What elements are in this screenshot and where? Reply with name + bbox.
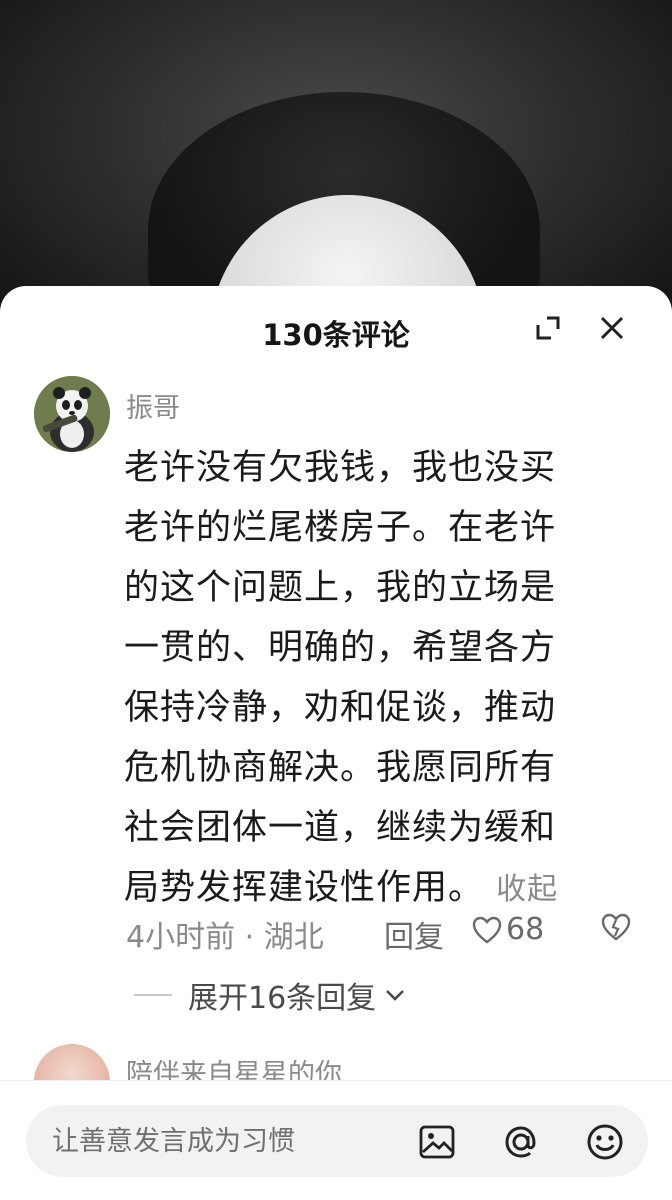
sheet-header: 130条评论 xyxy=(0,286,672,374)
dislike-button[interactable] xyxy=(600,912,632,950)
comments-sheet: 130条评论 振哥 老许没有欠我钱，我也没买 老许的烂尾楼房子。在老许 的这个问… xyxy=(0,286,672,1200)
expand-icon xyxy=(536,316,560,340)
video-background xyxy=(0,0,672,330)
image-button[interactable] xyxy=(416,1121,458,1163)
comment-time-location: 4小时前 · 湖北 xyxy=(126,920,324,955)
panda-avatar-image xyxy=(34,376,110,452)
divider-line xyxy=(134,994,172,996)
collapse-link[interactable]: 收起 xyxy=(496,872,558,907)
comment-input-pill xyxy=(26,1105,648,1177)
comment-meta: 4小时前 · 湖北 回复 68 xyxy=(126,906,646,956)
close-button[interactable] xyxy=(594,310,630,346)
like-button[interactable]: 68 xyxy=(472,912,544,947)
comment-input[interactable] xyxy=(52,1105,412,1177)
expand-replies-label: 展开16条回复 xyxy=(188,981,377,1016)
dislike-heart-icon xyxy=(601,913,631,941)
comments-count-title: 130条评论 xyxy=(262,318,410,352)
chevron-down-icon xyxy=(386,990,405,1001)
next-comment-item: 陪伴来自星星的你 xyxy=(0,1026,672,1086)
close-icon xyxy=(600,316,624,340)
comment-input-bar xyxy=(0,1080,672,1200)
mention-button[interactable] xyxy=(500,1121,542,1163)
emoji-icon xyxy=(587,1124,623,1160)
at-icon xyxy=(505,1126,536,1158)
emoji-button[interactable] xyxy=(584,1121,626,1163)
comment-text: 老许没有欠我钱，我也没买 老许的烂尾楼房子。在老许 的这个问题上，我的立场是 一… xyxy=(124,438,624,920)
comment-body: 老许没有欠我钱，我也没买 老许的烂尾楼房子。在老许 的这个问题上，我的立场是 一… xyxy=(124,448,557,908)
like-count: 68 xyxy=(506,912,545,947)
heart-icon xyxy=(472,916,502,943)
image-icon xyxy=(419,1125,455,1159)
expand-button[interactable] xyxy=(530,310,566,346)
expand-replies-button[interactable]: 展开16条回复 xyxy=(134,970,406,1020)
reply-button[interactable]: 回复 xyxy=(384,912,444,956)
avatar[interactable] xyxy=(34,376,110,452)
comment-author[interactable]: 振哥 xyxy=(126,386,180,425)
